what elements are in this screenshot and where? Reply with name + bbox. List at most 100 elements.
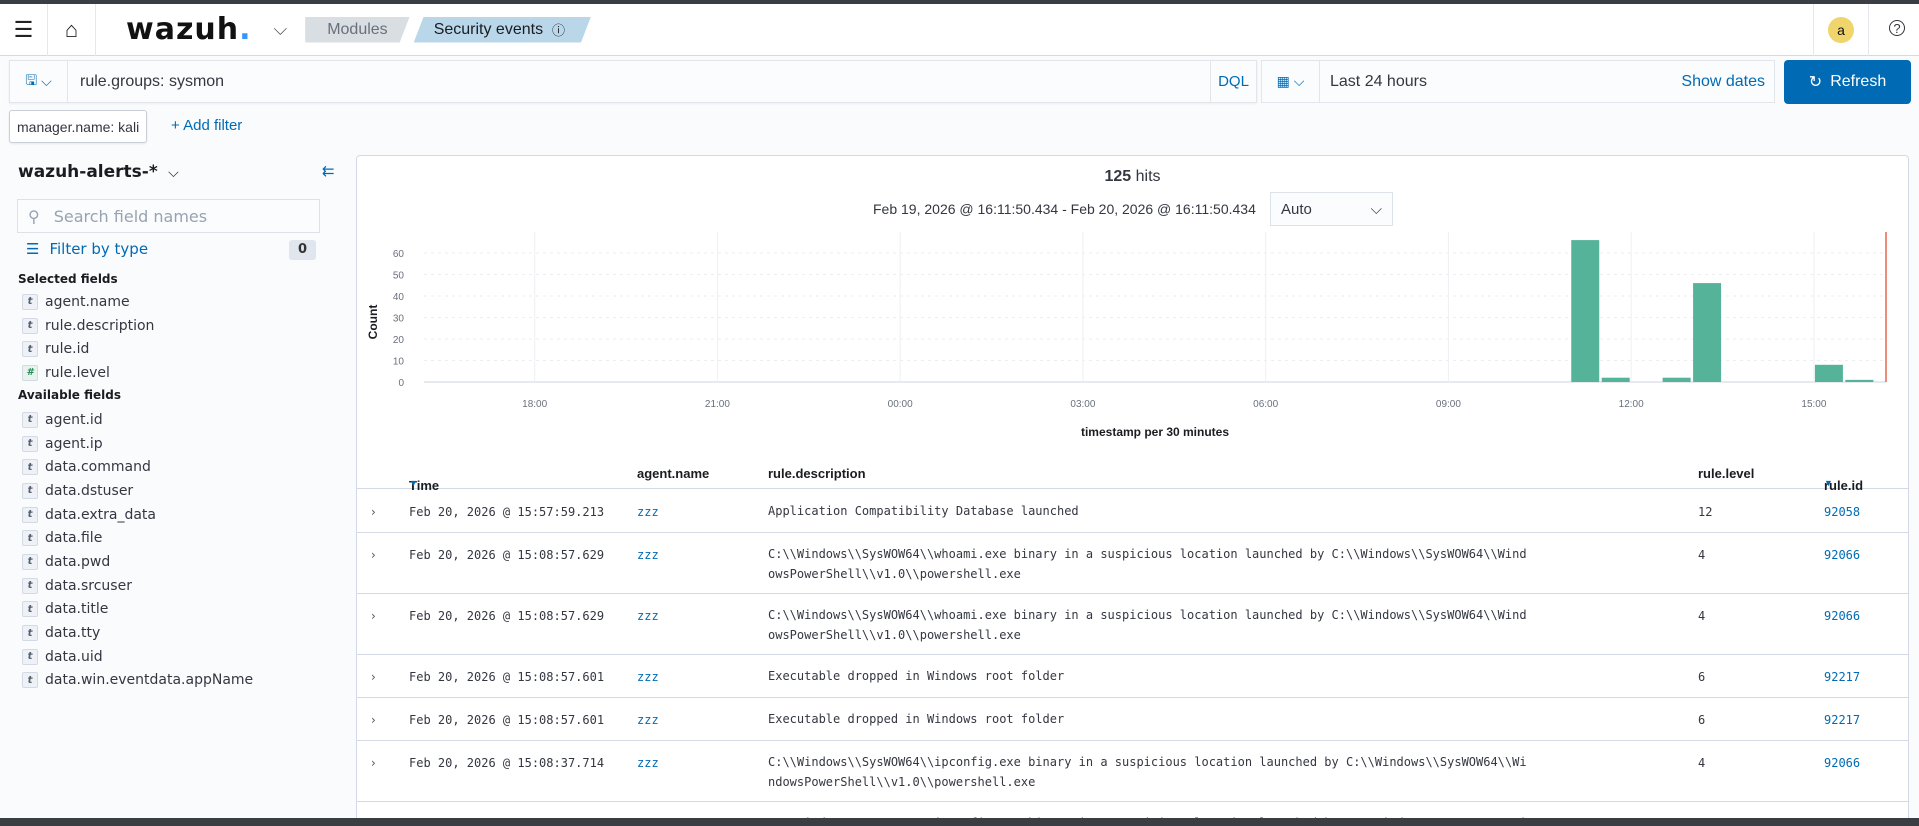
- cell-agent-name[interactable]: zzz: [637, 670, 659, 684]
- user-menu[interactable]: a: [1813, 4, 1869, 56]
- query-input[interactable]: rule.groups: sysmon: [68, 73, 1210, 91]
- cell-rule-level: 4: [1698, 756, 1706, 770]
- info-icon[interactable]: ⓘ: [552, 20, 565, 39]
- expand-row-icon[interactable]: ›: [371, 505, 376, 519]
- field-name: data.srcuser: [45, 577, 132, 594]
- field-item[interactable]: t data.win.eventdata.appName: [22, 669, 253, 693]
- sort-down-icon[interactable]: ▼: [409, 478, 418, 488]
- field-name: data.extra_data: [45, 506, 156, 523]
- logo-dot: .: [239, 12, 252, 47]
- table-row[interactable]: › Feb 20, 2026 @ 15:08:37.714 zzz C:\\Wi…: [357, 741, 1908, 802]
- table-row[interactable]: › Feb 20, 2026 @ 15:08:57.629 zzz C:\\Wi…: [357, 533, 1908, 594]
- collapse-sidebar-icon[interactable]: ⇇: [322, 162, 335, 180]
- home-icon[interactable]: ⌂: [48, 3, 96, 56]
- field-item[interactable]: t data.tty: [22, 621, 253, 645]
- cell-rule-id[interactable]: 92066: [1824, 548, 1860, 562]
- hits-count: 125 hits: [357, 168, 1908, 186]
- y-tick-label: 0: [398, 378, 404, 389]
- interval-select[interactable]: Auto ⌵: [1270, 192, 1393, 226]
- filter-by-type-button[interactable]: ☰ Filter by type: [26, 240, 148, 258]
- index-pattern-selector[interactable]: wazuh-alerts-* ⌵: [18, 162, 179, 182]
- breadcrumb-modules[interactable]: Modules: [305, 17, 409, 43]
- filter-by-type-label: Filter by type: [49, 240, 149, 258]
- cell-rule-description: C:\\Windows\\SysWOW64\\whoami.exe binary…: [768, 608, 1527, 642]
- field-item[interactable]: t data.command: [22, 455, 253, 479]
- refresh-button[interactable]: ↻ Refresh: [1784, 60, 1911, 104]
- save-icon: 🖫: [25, 71, 38, 88]
- field-name: agent.name: [45, 293, 130, 310]
- menu-icon[interactable]: ☰: [0, 3, 48, 56]
- field-name: agent.id: [45, 411, 103, 428]
- expand-row-icon[interactable]: ›: [371, 713, 376, 727]
- histogram-bar: [1693, 283, 1722, 382]
- field-item[interactable]: t data.uid: [22, 645, 253, 669]
- x-tick-label: 12:00: [1619, 399, 1644, 410]
- table-row[interactable]: › Feb 20, 2026 @ 15:08:57.601 zzz Execut…: [357, 655, 1908, 698]
- field-item[interactable]: t agent.ip: [22, 432, 253, 456]
- filter-pill[interactable]: manager.name: kali: [9, 110, 148, 143]
- cell-agent-name[interactable]: zzz: [637, 756, 659, 770]
- table-row[interactable]: › Feb 20, 2026 @ 15:57:59.213 zzz Applic…: [357, 490, 1908, 533]
- column-rule-level[interactable]: rule.level: [1698, 466, 1754, 481]
- field-item[interactable]: t data.pwd: [22, 550, 253, 574]
- field-item[interactable]: t data.extra_data: [22, 503, 253, 527]
- cell-time: Feb 20, 2026 @ 15:57:59.213: [409, 505, 605, 519]
- field-item[interactable]: t data.file: [22, 526, 253, 550]
- field-item[interactable]: t data.srcuser: [22, 574, 253, 598]
- dql-button[interactable]: DQL: [1210, 61, 1256, 102]
- cell-agent-name[interactable]: zzz: [637, 548, 659, 562]
- x-tick-label: 06:00: [1253, 399, 1278, 410]
- field-item[interactable]: t agent.name: [22, 290, 154, 314]
- date-range-value[interactable]: Last 24 hours: [1320, 73, 1681, 91]
- cell-rule-id[interactable]: 92217: [1824, 713, 1860, 727]
- field-item[interactable]: t rule.description: [22, 314, 154, 338]
- cell-rule-id[interactable]: 92217: [1824, 670, 1860, 684]
- cell-rule-id[interactable]: 92058: [1824, 505, 1860, 519]
- search-field-names-input[interactable]: ⚲ Search field names: [17, 199, 320, 233]
- y-tick-label: 50: [393, 271, 405, 282]
- breadcrumb-label: Security events: [433, 20, 544, 38]
- cell-rule-id[interactable]: 92066: [1824, 756, 1860, 770]
- wazuh-logo[interactable]: wazuh.: [126, 12, 252, 47]
- field-name: rule.level: [45, 364, 110, 381]
- field-item[interactable]: # rule.level: [22, 361, 154, 385]
- quick-date-button[interactable]: ▦ ⌵: [1262, 61, 1320, 102]
- table-row[interactable]: › Feb 20, 2026 @ 15:08:57.629 zzz C:\\Wi…: [357, 594, 1908, 655]
- show-dates-link[interactable]: Show dates: [1681, 73, 1774, 91]
- expand-row-icon[interactable]: ›: [371, 756, 376, 770]
- expand-row-icon[interactable]: ›: [371, 670, 376, 684]
- x-tick-label: 03:00: [1070, 399, 1095, 410]
- cell-agent-name[interactable]: zzz: [637, 713, 659, 727]
- help-icon[interactable]: ?: [1889, 20, 1905, 36]
- column-rule-description[interactable]: rule.description: [768, 466, 866, 481]
- available-fields-list: t agent.id t agent.ip t data.command t data.dst…: [22, 408, 253, 692]
- add-filter-button[interactable]: + Add filter: [171, 117, 242, 134]
- chevron-down-icon[interactable]: ⌵: [274, 19, 288, 40]
- cell-rule-description: Executable dropped in Windows root folde…: [768, 712, 1065, 726]
- y-tick-label: 40: [393, 292, 405, 303]
- cell-rule-description: C:\\Windows\\SysWOW64\\whoami.exe binary…: [768, 547, 1527, 581]
- cell-rule-description: Executable dropped in Windows root folde…: [768, 669, 1065, 683]
- available-fields-heading: Available fields: [18, 388, 122, 402]
- cell-agent-name[interactable]: zzz: [637, 609, 659, 623]
- expand-row-icon[interactable]: ›: [371, 548, 376, 562]
- field-item[interactable]: t rule.id: [22, 337, 154, 361]
- cell-rule-level: 4: [1698, 609, 1706, 623]
- cell-time: Feb 20, 2026 @ 15:08:57.601: [409, 713, 605, 727]
- cell-agent-name[interactable]: zzz: [637, 505, 659, 519]
- avatar[interactable]: a: [1828, 17, 1854, 43]
- field-item[interactable]: t agent.id: [22, 408, 253, 432]
- sort-down-icon[interactable]: ▼: [1824, 478, 1833, 488]
- column-agent-name[interactable]: agent.name: [637, 466, 709, 481]
- field-item[interactable]: t data.dstuser: [22, 479, 253, 503]
- cell-time: Feb 20, 2026 @ 15:08:37.714: [409, 756, 605, 770]
- saved-query-button[interactable]: 🖫 ⌵: [10, 61, 68, 102]
- cell-rule-level: 6: [1698, 670, 1706, 684]
- cell-rule-level: 12: [1698, 505, 1713, 519]
- cell-rule-id[interactable]: 92066: [1824, 609, 1860, 623]
- histogram-bar: [1845, 379, 1874, 382]
- expand-row-icon[interactable]: ›: [371, 609, 376, 623]
- hits-number: 125: [1104, 168, 1132, 185]
- table-row[interactable]: › Feb 20, 2026 @ 15:08:57.601 zzz Execut…: [357, 698, 1908, 741]
- field-item[interactable]: t data.title: [22, 598, 253, 622]
